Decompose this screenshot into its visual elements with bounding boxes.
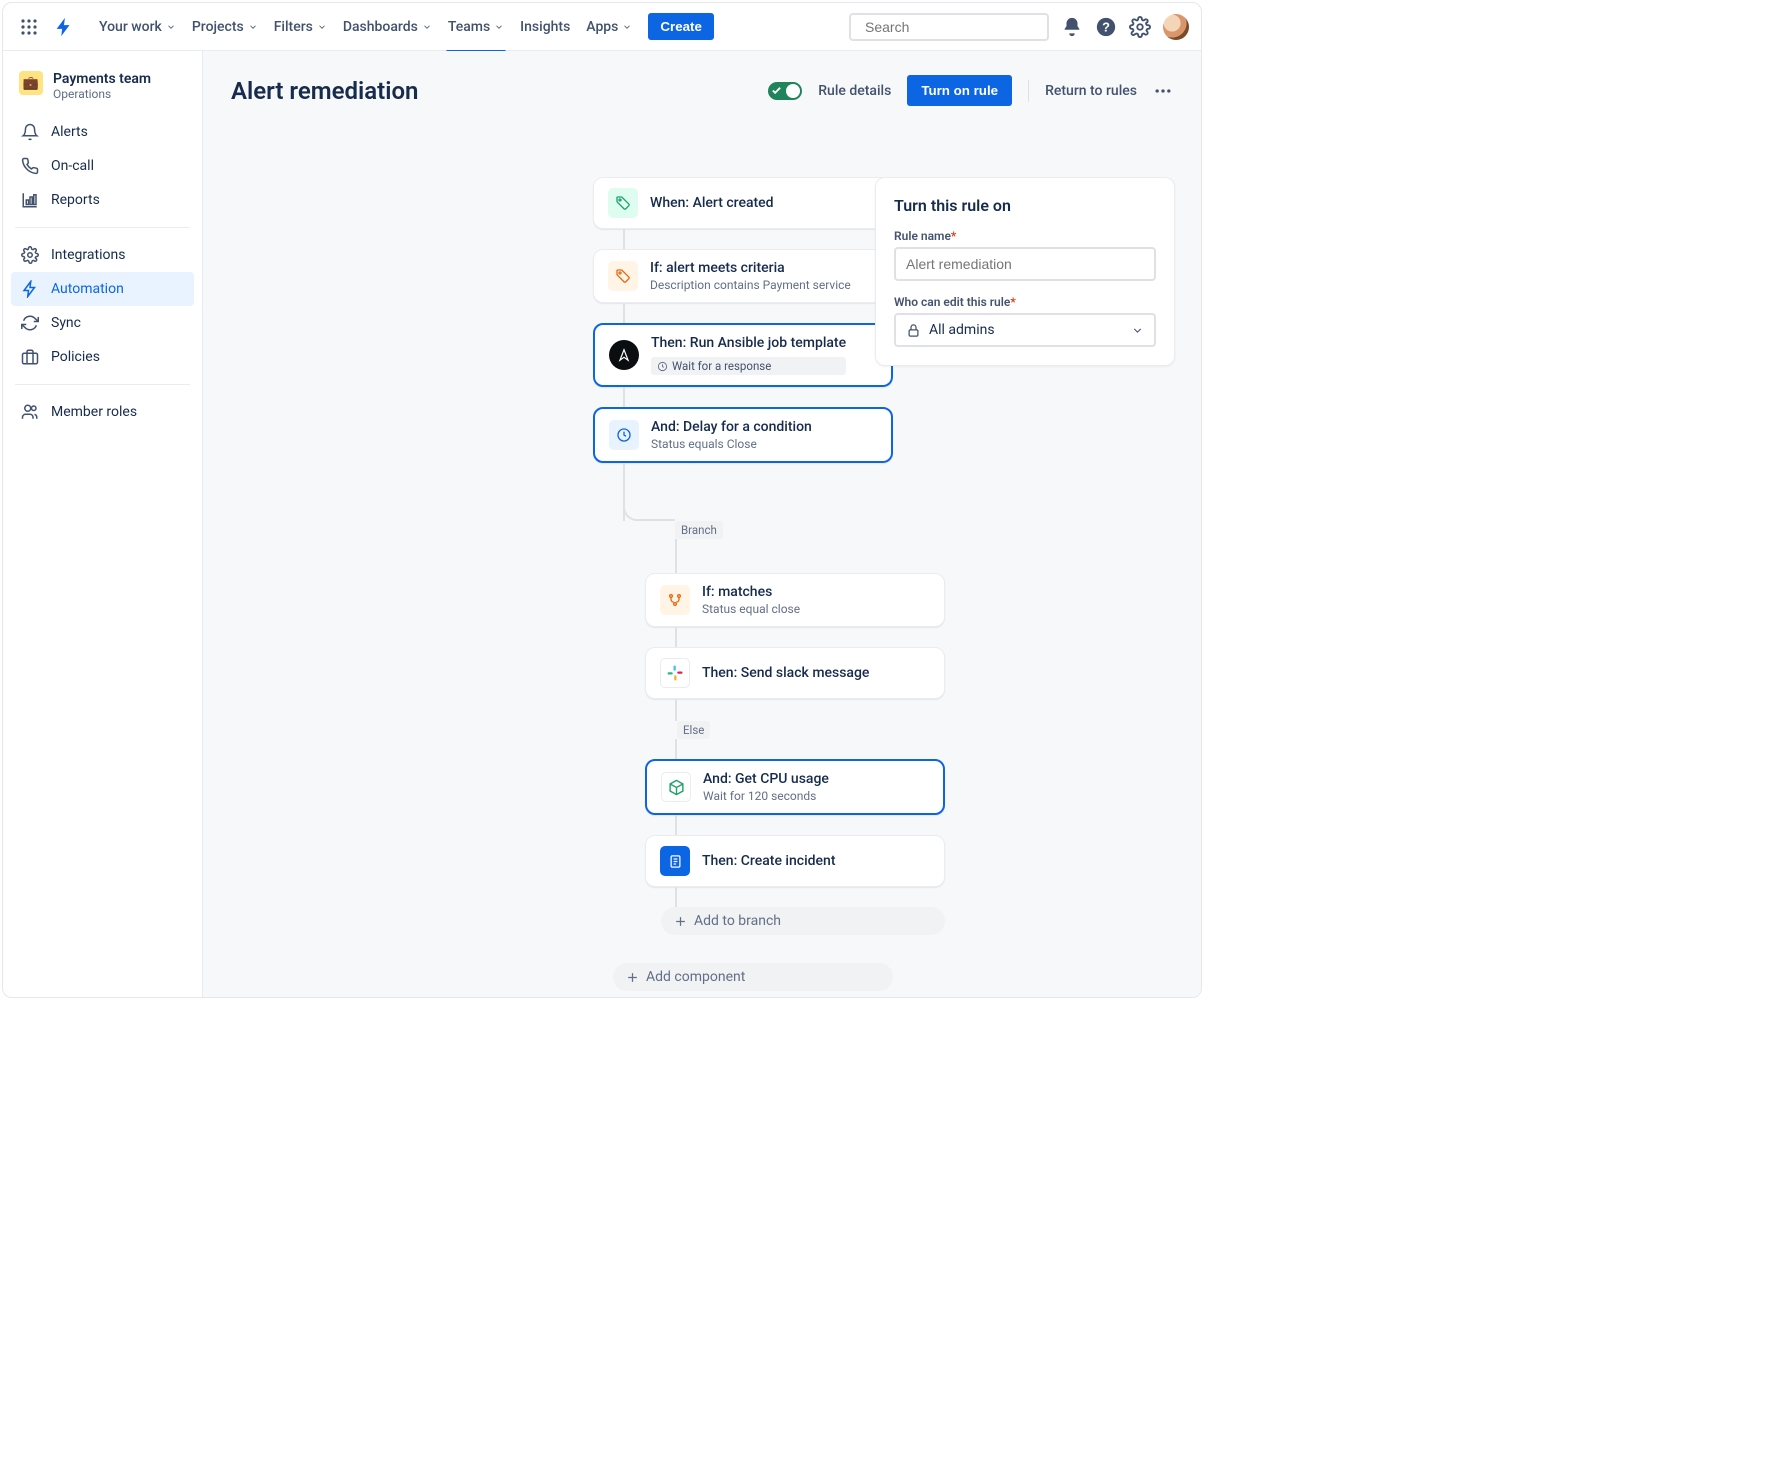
svg-text:?: ? — [1102, 19, 1110, 34]
search-input[interactable] — [865, 19, 1046, 35]
briefcase-icon — [21, 348, 39, 366]
sidebar-item-automation[interactable]: Automation — [11, 272, 194, 306]
flow-card-1[interactable]: If: alert meets criteriaDescription cont… — [593, 249, 893, 303]
wait-chip: Wait for a response — [651, 357, 846, 375]
ansible-icon — [609, 340, 639, 370]
app-switcher-icon[interactable] — [15, 13, 43, 41]
incident-icon — [660, 846, 690, 876]
sidebar-item-alerts[interactable]: Alerts — [11, 115, 194, 149]
nav-item-filters[interactable]: Filters — [268, 11, 333, 43]
automation-flow: When: Alert created If: alert meets crite… — [593, 177, 893, 991]
sidebar-item-member-roles[interactable]: Member roles — [11, 395, 194, 429]
team-icon: 💼 — [19, 71, 43, 95]
who-can-edit-value: All admins — [929, 322, 995, 338]
sidebar-item-policies[interactable]: Policies — [11, 340, 194, 374]
slack-icon — [660, 658, 690, 688]
rule-name-input[interactable] — [894, 247, 1156, 281]
team-header[interactable]: 💼 Payments team Operations — [11, 65, 194, 115]
rule-details-link[interactable]: Rule details — [818, 83, 891, 99]
help-icon[interactable]: ? — [1095, 16, 1117, 38]
app-frame: Your workProjectsFiltersDashboardsTeamsI… — [2, 2, 1202, 998]
turn-on-panel: Turn this rule on Rule name* Who can edi… — [875, 177, 1175, 366]
bell-icon — [21, 123, 39, 141]
phone-icon — [21, 157, 39, 175]
nav-item-projects[interactable]: Projects — [186, 11, 264, 43]
else-card-1[interactable]: Then: Create incident — [645, 835, 945, 887]
people-icon — [21, 403, 39, 421]
team-sub: Operations — [53, 87, 151, 101]
nav-item-teams[interactable]: Teams — [442, 11, 510, 43]
else-card-0[interactable]: And: Get CPU usageWait for 120 seconds — [645, 759, 945, 815]
sidebar-item-on-call[interactable]: On-call — [11, 149, 194, 183]
who-can-edit-select[interactable]: All admins — [894, 313, 1156, 347]
branch-card-1[interactable]: Then: Send slack message — [645, 647, 945, 699]
panel-heading: Turn this rule on — [894, 196, 1156, 215]
nav-item-apps[interactable]: Apps — [580, 11, 638, 43]
turn-on-rule-button[interactable]: Turn on rule — [907, 75, 1012, 106]
condition-icon — [608, 261, 638, 291]
search-input-wrap[interactable] — [849, 13, 1049, 41]
sidebar: 💼 Payments team Operations AlertsOn-call… — [3, 51, 203, 997]
sidebar-item-reports[interactable]: Reports — [11, 183, 194, 217]
who-can-edit-label: Who can edit this rule* — [894, 295, 1156, 309]
create-button[interactable]: Create — [648, 13, 714, 40]
nav-item-dashboards[interactable]: Dashboards — [337, 11, 438, 43]
trigger-icon — [608, 188, 638, 218]
notifications-icon[interactable] — [1061, 16, 1083, 38]
cpu-icon — [661, 772, 691, 802]
chevron-down-icon — [1131, 324, 1144, 337]
chart-icon — [21, 191, 39, 209]
sidebar-item-sync[interactable]: Sync — [11, 306, 194, 340]
branch-label: Branch — [675, 521, 723, 539]
gear-icon — [21, 246, 39, 264]
check-icon — [771, 85, 782, 96]
team-name: Payments team — [53, 71, 151, 87]
else-label: Else — [677, 721, 710, 739]
bolt-icon — [21, 280, 39, 298]
sync-icon — [21, 314, 39, 332]
page-title: Alert remediation — [231, 77, 418, 105]
more-menu-icon[interactable] — [1153, 81, 1173, 101]
flow-card-3[interactable]: And: Delay for a conditionStatus equals … — [593, 407, 893, 463]
rule-toggle[interactable] — [768, 82, 802, 100]
branch-icon — [660, 585, 690, 615]
product-logo-icon[interactable] — [53, 16, 75, 38]
top-nav: Your workProjectsFiltersDashboardsTeamsI… — [3, 3, 1201, 51]
settings-icon[interactable] — [1129, 16, 1151, 38]
sidebar-item-integrations[interactable]: Integrations — [11, 238, 194, 272]
return-to-rules-link[interactable]: Return to rules — [1045, 83, 1137, 99]
flow-card-2[interactable]: Then: Run Ansible job templateWait for a… — [593, 323, 893, 387]
nav-item-insights[interactable]: Insights — [514, 11, 576, 43]
clock-icon — [609, 420, 639, 450]
lock-icon — [906, 323, 921, 338]
user-avatar[interactable] — [1163, 14, 1189, 40]
main-area: Alert remediation Rule details Turn on r… — [203, 51, 1201, 997]
rule-name-label: Rule name* — [894, 229, 1156, 243]
branch-card-0[interactable]: If: matchesStatus equal close — [645, 573, 945, 627]
divider — [1028, 80, 1029, 102]
flow-card-0[interactable]: When: Alert created — [593, 177, 893, 229]
nav-item-your-work[interactable]: Your work — [93, 11, 182, 43]
add-component-button[interactable]: Add component — [613, 963, 893, 991]
add-to-branch-button[interactable]: Add to branch — [661, 907, 945, 935]
